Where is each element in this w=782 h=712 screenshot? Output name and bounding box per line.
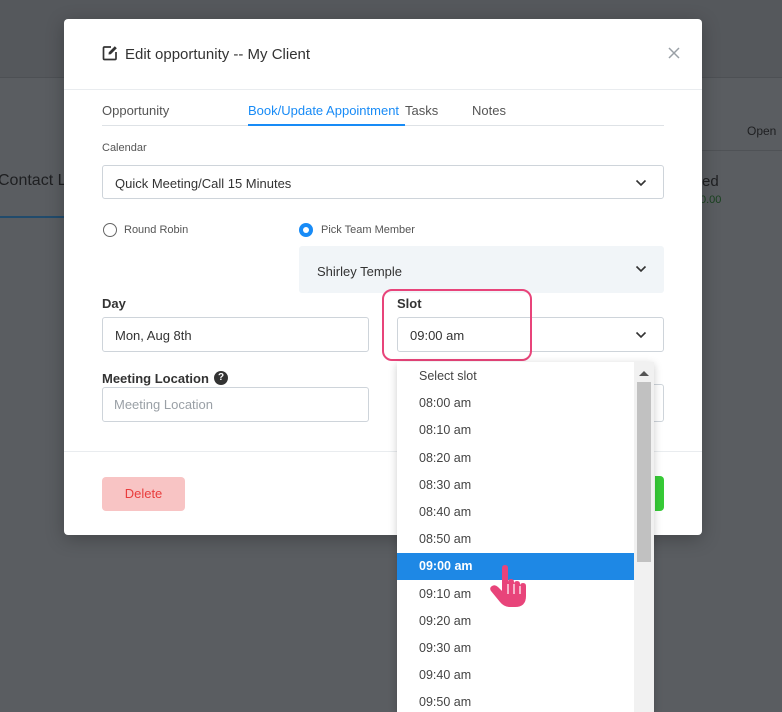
- slot-option-08-50-am[interactable]: 08:50 am: [397, 526, 634, 553]
- chevron-down-icon: [635, 265, 647, 273]
- slot-option-08-40-am[interactable]: 08:40 am: [397, 499, 634, 526]
- background-open-tab: Open: [747, 124, 777, 138]
- round-robin-label: Round Robin: [124, 224, 189, 236]
- dropdown-scrollbar[interactable]: [634, 362, 654, 712]
- hand-pointer-icon: [490, 565, 526, 607]
- calendar-select-value: Quick Meeting/Call 15 Minutes: [115, 176, 292, 191]
- tab-notes[interactable]: Notes: [472, 103, 506, 118]
- edit-icon: [102, 46, 117, 61]
- save-button-edge[interactable]: [655, 476, 664, 511]
- background-tab-underline: [0, 216, 66, 218]
- scrollbar-thumb[interactable]: [637, 382, 651, 562]
- slot-dropdown-list: Select slot 08:00 am 08:10 am 08:20 am 08:30…: [397, 362, 654, 712]
- day-value: Mon, Aug 8th: [115, 328, 192, 343]
- help-icon[interactable]: ?: [214, 371, 228, 385]
- meeting-location-label: Meeting Location: [102, 371, 209, 386]
- slot-option-09-50-am[interactable]: 09:50 am: [397, 689, 634, 712]
- active-tab-indicator: [248, 124, 405, 126]
- slot-option-08-20-am[interactable]: 08:20 am: [397, 445, 634, 472]
- close-icon[interactable]: [666, 45, 682, 61]
- chevron-down-icon: [635, 331, 647, 339]
- slot-option-08-00-am[interactable]: 08:00 am: [397, 390, 634, 417]
- slot-option-09-40-am[interactable]: 09:40 am: [397, 662, 634, 689]
- calendar-select[interactable]: Quick Meeting/Call 15 Minutes: [102, 165, 664, 199]
- tab-book-update-appointment[interactable]: Book/Update Appointment: [248, 103, 399, 118]
- delete-button[interactable]: Delete: [102, 477, 185, 511]
- slot-highlight-ring: [382, 289, 532, 361]
- tab-opportunity[interactable]: Opportunity: [102, 103, 169, 118]
- day-picker[interactable]: Mon, Aug 8th: [102, 317, 369, 352]
- background-status-text: ed: [702, 173, 719, 190]
- background-amount-text: 0.00: [700, 194, 722, 206]
- team-member-select[interactable]: Shirley Temple: [299, 246, 664, 293]
- calendar-label: Calendar: [102, 142, 147, 154]
- slot-option-08-10-am[interactable]: 08:10 am: [397, 417, 634, 444]
- chevron-down-icon: [635, 179, 647, 187]
- slot-option-08-30-am[interactable]: 08:30 am: [397, 472, 634, 499]
- meeting-location-input[interactable]: [102, 387, 369, 422]
- tab-tasks[interactable]: Tasks: [405, 103, 438, 118]
- pick-team-member-label: Pick Team Member: [321, 224, 415, 236]
- modal-header: Edit opportunity -- My Client: [64, 19, 702, 90]
- slot-option-placeholder[interactable]: Select slot: [397, 363, 634, 390]
- obscured-field-edge: [653, 384, 664, 422]
- slot-option-09-20-am[interactable]: 09:20 am: [397, 608, 634, 635]
- scroll-up-arrow-icon[interactable]: [639, 371, 649, 376]
- background-divider: [702, 150, 782, 151]
- team-member-value: Shirley Temple: [317, 264, 403, 279]
- modal-tabs: Opportunity Book/Update Appointment Task…: [102, 101, 664, 126]
- round-robin-radio[interactable]: [103, 223, 117, 237]
- modal-title: Edit opportunity -- My Client: [125, 46, 311, 63]
- slot-option-09-30-am[interactable]: 09:30 am: [397, 635, 634, 662]
- pick-team-member-radio[interactable]: [299, 223, 313, 237]
- day-label: Day: [102, 296, 126, 311]
